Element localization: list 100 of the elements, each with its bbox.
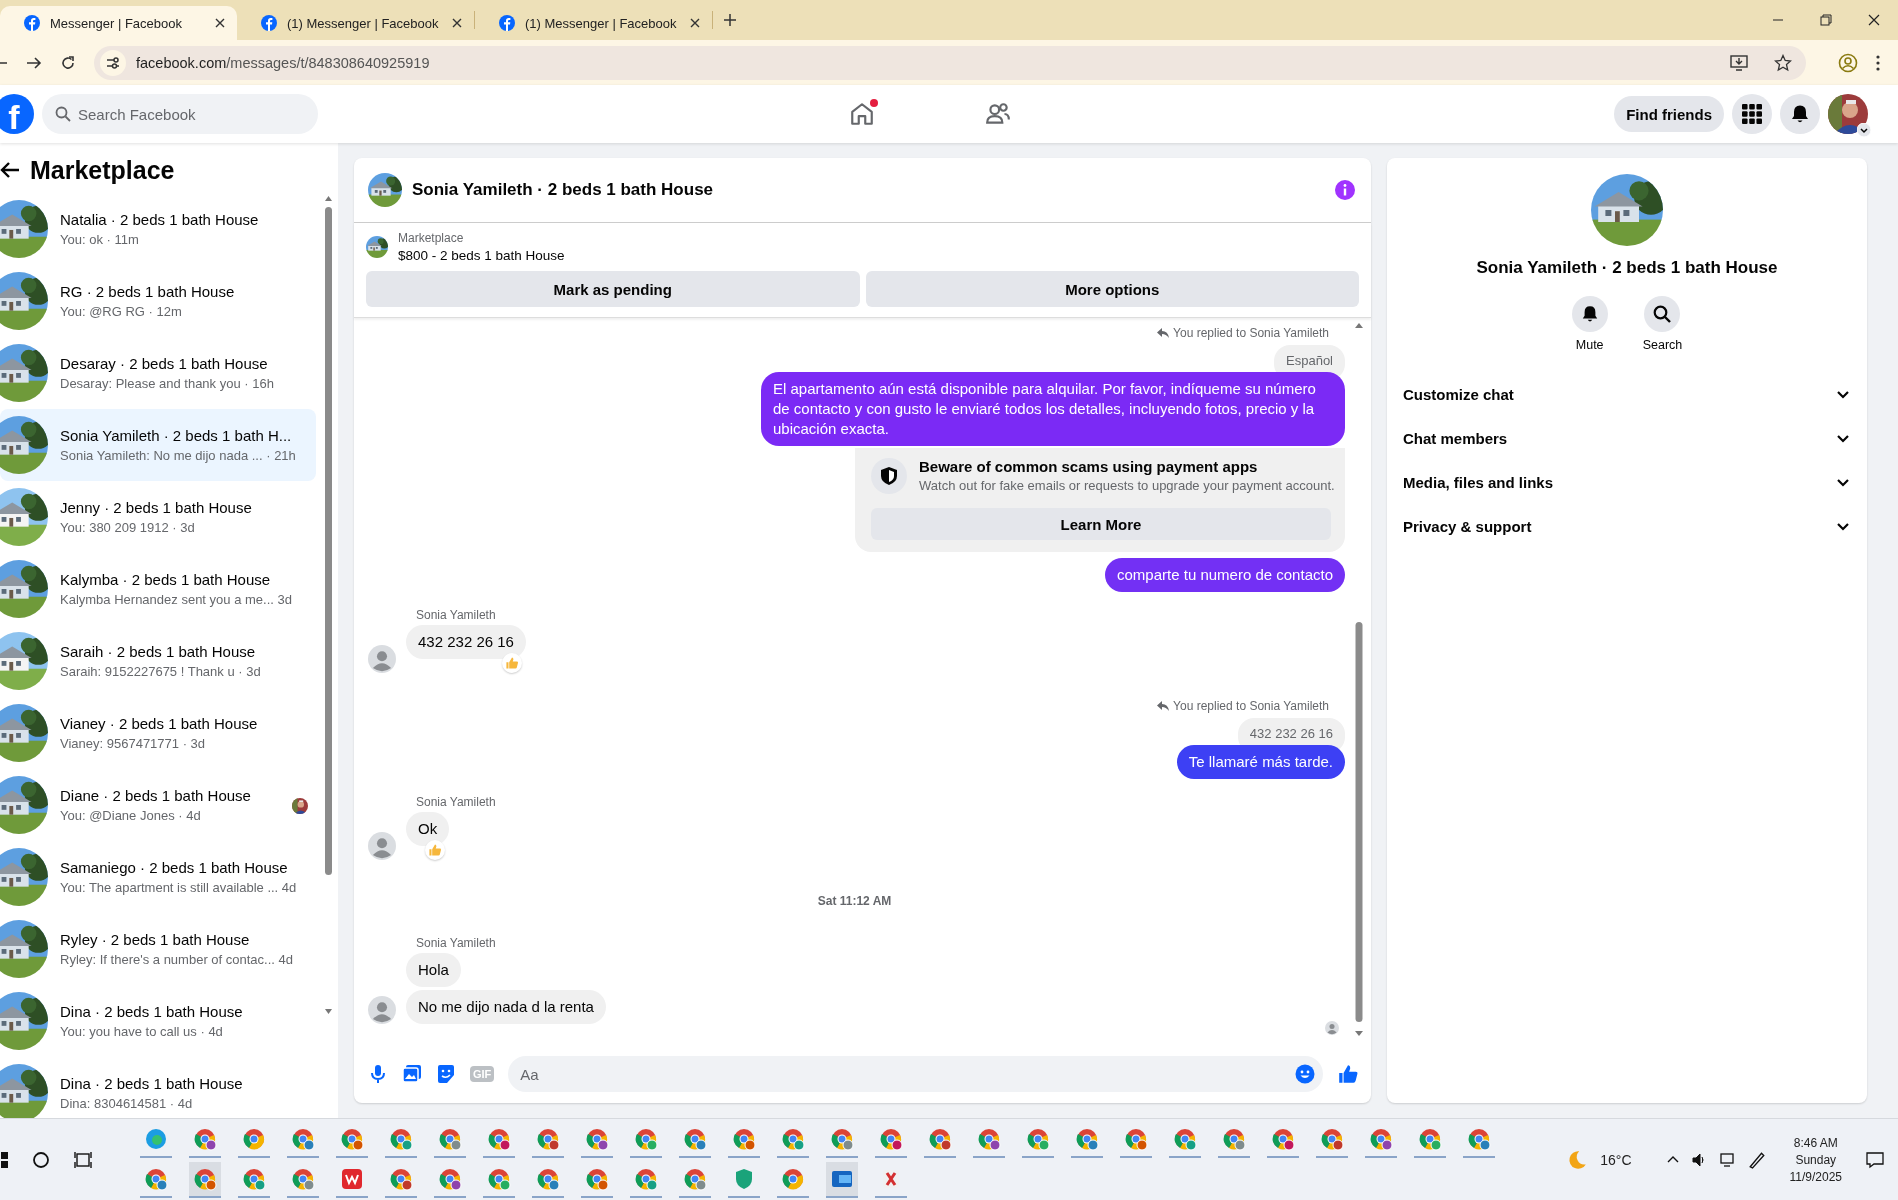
pen-icon[interactable] [1747,1151,1766,1169]
reaction-badge [501,653,522,673]
listing-action-button[interactable]: More options [865,271,1359,307]
conversation-name: RG · 2 beds 1 bath House [60,283,236,300]
close-icon[interactable] [215,18,225,28]
home-icon [849,101,875,127]
conversation-name: Samaniego · 2 beds 1 bath House [60,859,289,876]
url-text: facebook.com/messages/t/848308640925919 [136,54,430,71]
conversation-item[interactable]: Diane · 2 beds 1 bath House You: @Diane Jones · 4d [0,769,316,841]
notifications-button[interactable] [1780,94,1820,134]
close-icon[interactable] [690,18,700,28]
message-preview: Vianey: 9567471771 · 3d [60,736,207,751]
sent-message: comparte tu numero de contacto [1105,558,1345,592]
clock-time[interactable]: 8:46 AM [1793,1136,1838,1150]
address-bar[interactable]: facebook.com/messages/t/848308640925919 [94,45,1806,80]
message-preview: You: @Diane Jones · 4d [60,808,202,823]
install-icon[interactable] [1730,53,1748,72]
new-tab-icon[interactable] [723,13,737,27]
facebook-logo[interactable]: f [0,94,34,134]
close-icon[interactable] [452,18,462,28]
sender-name: Sonia Yamileth [416,608,497,622]
message-preview: You: 380 209 1912 · 3d [60,520,196,535]
task-view-icon[interactable] [74,1151,92,1169]
forward-icon[interactable] [26,54,42,71]
conversation-item[interactable]: RG · 2 beds 1 bath House You: @RG RG · 12m [0,265,316,337]
section-header[interactable]: Privacy & support [1399,504,1855,548]
warning-title: Beware of common scams using payment apps [919,458,1259,475]
restore-icon[interactable] [1820,14,1832,26]
photo-icon[interactable] [402,1064,422,1084]
received-message: Ok [406,812,450,846]
received-message: No me dijo nada d la renta [406,990,606,1024]
conversation-item[interactable]: Dina · 2 beds 1 bath House Dina: 8304614581 · 4d [0,1057,316,1118]
microphone-icon[interactable] [368,1064,388,1084]
section-header[interactable]: Media, files and links [1399,460,1855,504]
reload-icon[interactable] [60,54,76,71]
conversation-item[interactable]: Saraih · 2 beds 1 bath House Saraih: 9152227675 ! Thank u · 3d [0,625,316,697]
conversation-item[interactable]: Desaray · 2 beds 1 bath House Desaray: Please and thank you · 16h [0,337,316,409]
sent-message: El apartamento aún está disponible para alquilar. Por favor, indíqueme su número de contacto y con gusto le enviaré todos los detalles, incluyendo fotos, precio y la ubicación exacta. [761,372,1345,446]
message-preview: Kalymba Hernandez sent you a me... 3d [60,592,293,607]
conversation-item[interactable]: Dina · 2 beds 1 bath House You: you have to call us · 4d [0,985,316,1057]
bell-icon [1580,305,1599,323]
search-field[interactable]: Search Facebook [42,94,318,134]
conversation-item[interactable]: Vianey · 2 beds 1 bath House Vianey: 9567471771 · 3d [0,697,316,769]
conversation-item[interactable]: Ryley · 2 beds 1 bath House Ryley: If there's a number of contac... 4d [0,913,316,985]
network-icon[interactable] [1719,1152,1736,1168]
message-preview: You: The apartment is still available ... 4d [60,880,298,895]
search-icon [1653,305,1672,323]
section-header[interactable]: Chat members [1399,416,1855,460]
message-input[interactable]: Aa [508,1056,1323,1092]
emoji-icon[interactable] [1295,1064,1315,1084]
profile-icon[interactable] [1838,52,1858,73]
facebook-icon [24,15,40,31]
reply-note: You replied to Sonia Yamileth [1173,699,1329,713]
conversation-name: Diane · 2 beds 1 bath House [60,787,252,804]
message-preview: Saraih: 9152227675 ! Thank u · 3d [60,664,262,679]
moon-icon [1566,1149,1589,1171]
conversation-item[interactable]: Kalymba · 2 beds 1 bath House Kalymba Hernandez sent you a me... 3d [0,553,316,625]
back-arrow-icon[interactable] [0,160,20,180]
weather-temperature[interactable]: 16°C [1600,1152,1632,1168]
message-preview: You: @RG RG · 12m [60,304,183,319]
listing-action-button[interactable]: Mark as pending [366,271,860,307]
clock-day[interactable]: Sunday [1795,1153,1837,1167]
star-icon[interactable] [1774,53,1792,72]
scrollbar[interactable] [1355,322,1363,1037]
thumbs-up-icon [1337,1063,1359,1085]
taskbar-app-icon[interactable] [189,1162,221,1198]
conversation-name: Dina · 2 beds 1 bath House [60,1003,244,1020]
chevron-down-icon[interactable] [1857,123,1871,137]
conversation-name: Vianey · 2 beds 1 bath House [60,715,259,732]
menu-button[interactable] [1732,94,1772,134]
conversation-item[interactable]: Natalia · 2 beds 1 bath House You: ok · 11m [0,193,316,265]
find-friends-button[interactable]: Find friends [1614,96,1724,132]
browser-tab[interactable]: Messenger | Facebook [0,6,237,40]
close-icon[interactable] [1868,14,1880,26]
received-message: Hola [406,953,461,987]
browser-tab[interactable]: (1) Messenger | Facebook [237,6,474,40]
reply-icon [1157,327,1170,339]
conversation-item[interactable]: Sonia Yamileth · 2 beds 1 bath H... Sonia Yamileth: No me dijo nada ... · 21h [0,409,316,481]
search-icon [55,106,71,122]
section-header[interactable]: Customize chat [1399,372,1855,416]
chat-title: Sonia Yamileth · 2 beds 1 bath House [412,180,715,200]
message-preview: You: ok · 11m [60,232,140,247]
received-message: 432 232 26 16 [406,625,526,659]
search-icon[interactable] [32,1151,50,1169]
menu-icon[interactable] [1876,54,1880,71]
info-icon[interactable] [1335,180,1355,200]
avatar-icon [368,832,396,860]
conversation-item[interactable]: Jenny · 2 beds 1 bath House You: 380 209 1912 · 3d [0,481,316,553]
clock-date[interactable]: 11/9/2025 [1789,1170,1842,1184]
people-icon [985,101,1011,127]
sticker-icon[interactable] [436,1064,456,1084]
listing-title[interactable]: $800 - 2 beds 1 bath House [398,248,565,263]
taskbar-app-icon[interactable] [826,1162,858,1198]
learn-more-button[interactable]: Learn More [871,508,1331,540]
browser-tab[interactable]: (1) Messenger | Facebook [475,6,712,40]
notification-icon[interactable] [1866,1151,1884,1169]
seen-indicator-icon [1325,1021,1339,1035]
site-settings-icon[interactable] [105,54,121,71]
scrollbar[interactable] [324,195,333,1015]
conversation-item[interactable]: Samaniego · 2 beds 1 bath House You: The apartment is still available ... 4d [0,841,316,913]
